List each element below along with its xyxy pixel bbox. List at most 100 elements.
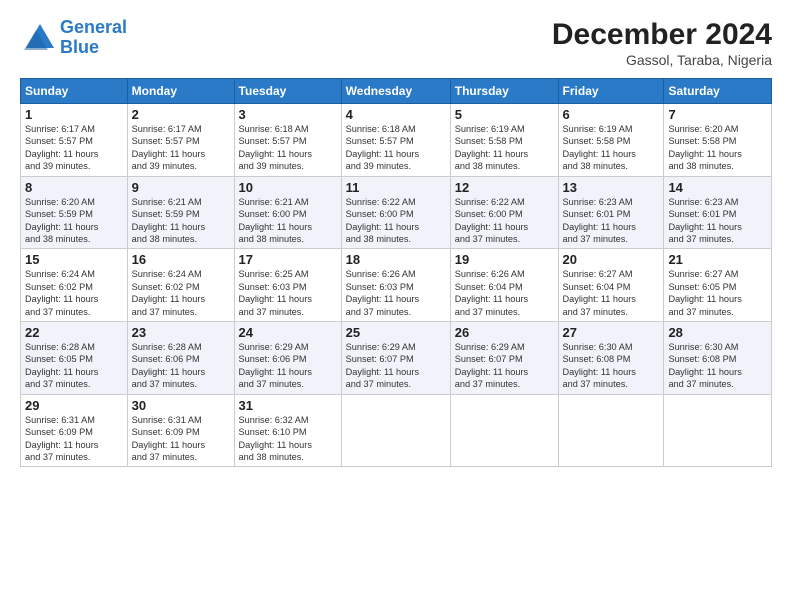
calendar-subtitle: Gassol, Taraba, Nigeria [552,52,772,68]
calendar-day-cell: 3Sunrise: 6:18 AM Sunset: 5:57 PM Daylig… [234,104,341,177]
header: General Blue December 2024 Gassol, Tarab… [20,18,772,68]
calendar-day-cell: 19Sunrise: 6:26 AM Sunset: 6:04 PM Dayli… [450,249,558,322]
day-number: 9 [132,180,230,195]
title-block: December 2024 Gassol, Taraba, Nigeria [552,18,772,68]
day-info: Sunrise: 6:30 AM Sunset: 6:08 PM Dayligh… [563,341,660,391]
day-info: Sunrise: 6:27 AM Sunset: 6:04 PM Dayligh… [563,268,660,318]
calendar-day-cell: 14Sunrise: 6:23 AM Sunset: 6:01 PM Dayli… [664,176,772,249]
day-info: Sunrise: 6:24 AM Sunset: 6:02 PM Dayligh… [132,268,230,318]
day-info: Sunrise: 6:23 AM Sunset: 6:01 PM Dayligh… [563,196,660,246]
calendar-day-cell: 9Sunrise: 6:21 AM Sunset: 5:59 PM Daylig… [127,176,234,249]
calendar-week-row: 22Sunrise: 6:28 AM Sunset: 6:05 PM Dayli… [21,322,772,395]
calendar-week-row: 29Sunrise: 6:31 AM Sunset: 6:09 PM Dayli… [21,394,772,467]
calendar-day-cell: 17Sunrise: 6:25 AM Sunset: 6:03 PM Dayli… [234,249,341,322]
calendar-day-header: Friday [558,79,664,104]
day-info: Sunrise: 6:21 AM Sunset: 6:00 PM Dayligh… [239,196,337,246]
day-number: 19 [455,252,554,267]
calendar-week-row: 8Sunrise: 6:20 AM Sunset: 5:59 PM Daylig… [21,176,772,249]
logo-icon [20,20,56,56]
day-info: Sunrise: 6:28 AM Sunset: 6:05 PM Dayligh… [25,341,123,391]
day-number: 5 [455,107,554,122]
calendar-day-cell [558,394,664,467]
day-info: Sunrise: 6:31 AM Sunset: 6:09 PM Dayligh… [25,414,123,464]
calendar-day-cell: 18Sunrise: 6:26 AM Sunset: 6:03 PM Dayli… [341,249,450,322]
day-number: 6 [563,107,660,122]
day-number: 11 [346,180,446,195]
calendar-day-cell: 2Sunrise: 6:17 AM Sunset: 5:57 PM Daylig… [127,104,234,177]
day-info: Sunrise: 6:31 AM Sunset: 6:09 PM Dayligh… [132,414,230,464]
calendar-day-cell [664,394,772,467]
calendar-day-header: Saturday [664,79,772,104]
calendar-title: December 2024 [552,18,772,52]
day-number: 31 [239,398,337,413]
day-number: 1 [25,107,123,122]
calendar-day-cell: 13Sunrise: 6:23 AM Sunset: 6:01 PM Dayli… [558,176,664,249]
day-number: 27 [563,325,660,340]
calendar-day-header: Tuesday [234,79,341,104]
day-number: 13 [563,180,660,195]
day-info: Sunrise: 6:21 AM Sunset: 5:59 PM Dayligh… [132,196,230,246]
day-info: Sunrise: 6:18 AM Sunset: 5:57 PM Dayligh… [239,123,337,173]
day-number: 17 [239,252,337,267]
day-number: 29 [25,398,123,413]
calendar-day-cell: 1Sunrise: 6:17 AM Sunset: 5:57 PM Daylig… [21,104,128,177]
day-number: 28 [668,325,767,340]
day-info: Sunrise: 6:20 AM Sunset: 5:59 PM Dayligh… [25,196,123,246]
day-info: Sunrise: 6:26 AM Sunset: 6:03 PM Dayligh… [346,268,446,318]
calendar-day-header: Thursday [450,79,558,104]
day-info: Sunrise: 6:28 AM Sunset: 6:06 PM Dayligh… [132,341,230,391]
day-info: Sunrise: 6:18 AM Sunset: 5:57 PM Dayligh… [346,123,446,173]
day-number: 15 [25,252,123,267]
calendar-day-cell: 23Sunrise: 6:28 AM Sunset: 6:06 PM Dayli… [127,322,234,395]
day-info: Sunrise: 6:29 AM Sunset: 6:06 PM Dayligh… [239,341,337,391]
day-number: 18 [346,252,446,267]
day-number: 4 [346,107,446,122]
calendar-day-cell: 15Sunrise: 6:24 AM Sunset: 6:02 PM Dayli… [21,249,128,322]
day-number: 14 [668,180,767,195]
calendar-day-cell: 31Sunrise: 6:32 AM Sunset: 6:10 PM Dayli… [234,394,341,467]
day-info: Sunrise: 6:25 AM Sunset: 6:03 PM Dayligh… [239,268,337,318]
day-number: 21 [668,252,767,267]
calendar-day-cell: 8Sunrise: 6:20 AM Sunset: 5:59 PM Daylig… [21,176,128,249]
day-number: 20 [563,252,660,267]
calendar-day-cell: 26Sunrise: 6:29 AM Sunset: 6:07 PM Dayli… [450,322,558,395]
logo-line1: General [60,17,127,37]
day-info: Sunrise: 6:32 AM Sunset: 6:10 PM Dayligh… [239,414,337,464]
day-number: 25 [346,325,446,340]
calendar-day-cell: 6Sunrise: 6:19 AM Sunset: 5:58 PM Daylig… [558,104,664,177]
day-info: Sunrise: 6:30 AM Sunset: 6:08 PM Dayligh… [668,341,767,391]
calendar-week-row: 1Sunrise: 6:17 AM Sunset: 5:57 PM Daylig… [21,104,772,177]
calendar-day-cell [341,394,450,467]
day-info: Sunrise: 6:29 AM Sunset: 6:07 PM Dayligh… [455,341,554,391]
day-number: 10 [239,180,337,195]
calendar-day-header: Wednesday [341,79,450,104]
calendar-day-cell: 10Sunrise: 6:21 AM Sunset: 6:00 PM Dayli… [234,176,341,249]
calendar-day-cell: 20Sunrise: 6:27 AM Sunset: 6:04 PM Dayli… [558,249,664,322]
day-number: 24 [239,325,337,340]
calendar-day-cell: 27Sunrise: 6:30 AM Sunset: 6:08 PM Dayli… [558,322,664,395]
calendar-day-cell: 12Sunrise: 6:22 AM Sunset: 6:00 PM Dayli… [450,176,558,249]
day-info: Sunrise: 6:20 AM Sunset: 5:58 PM Dayligh… [668,123,767,173]
calendar-day-cell: 16Sunrise: 6:24 AM Sunset: 6:02 PM Dayli… [127,249,234,322]
day-info: Sunrise: 6:24 AM Sunset: 6:02 PM Dayligh… [25,268,123,318]
day-number: 16 [132,252,230,267]
day-info: Sunrise: 6:17 AM Sunset: 5:57 PM Dayligh… [132,123,230,173]
calendar-day-cell: 7Sunrise: 6:20 AM Sunset: 5:58 PM Daylig… [664,104,772,177]
day-info: Sunrise: 6:17 AM Sunset: 5:57 PM Dayligh… [25,123,123,173]
day-number: 22 [25,325,123,340]
day-number: 3 [239,107,337,122]
day-info: Sunrise: 6:19 AM Sunset: 5:58 PM Dayligh… [563,123,660,173]
day-info: Sunrise: 6:22 AM Sunset: 6:00 PM Dayligh… [455,196,554,246]
day-info: Sunrise: 6:27 AM Sunset: 6:05 PM Dayligh… [668,268,767,318]
calendar-day-cell: 5Sunrise: 6:19 AM Sunset: 5:58 PM Daylig… [450,104,558,177]
calendar-day-cell: 30Sunrise: 6:31 AM Sunset: 6:09 PM Dayli… [127,394,234,467]
day-number: 12 [455,180,554,195]
calendar-table: SundayMondayTuesdayWednesdayThursdayFrid… [20,78,772,467]
day-info: Sunrise: 6:22 AM Sunset: 6:00 PM Dayligh… [346,196,446,246]
day-info: Sunrise: 6:26 AM Sunset: 6:04 PM Dayligh… [455,268,554,318]
calendar-day-cell: 22Sunrise: 6:28 AM Sunset: 6:05 PM Dayli… [21,322,128,395]
day-info: Sunrise: 6:23 AM Sunset: 6:01 PM Dayligh… [668,196,767,246]
calendar-day-cell: 29Sunrise: 6:31 AM Sunset: 6:09 PM Dayli… [21,394,128,467]
day-info: Sunrise: 6:19 AM Sunset: 5:58 PM Dayligh… [455,123,554,173]
calendar-day-header: Monday [127,79,234,104]
